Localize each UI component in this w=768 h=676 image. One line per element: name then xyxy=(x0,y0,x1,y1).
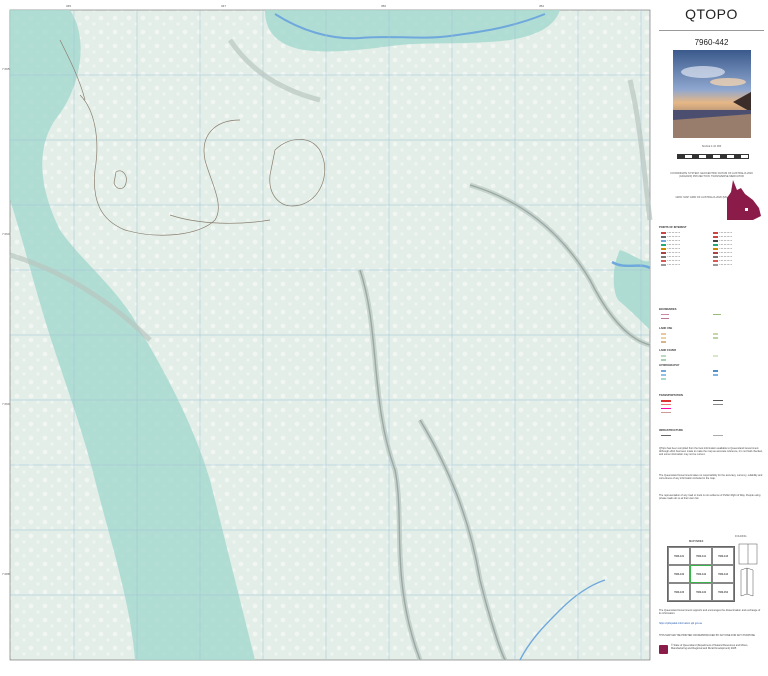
index-cell-current[interactable]: 7960-442 xyxy=(690,565,712,583)
folding-diagram xyxy=(737,542,759,602)
map-number: 7960-442 xyxy=(694,38,729,47)
brand-title: QTOPO xyxy=(685,6,738,22)
grid-label-left: 7 088 xyxy=(2,572,10,576)
grid-label-top: 350 xyxy=(381,4,386,8)
index-title: MAP INDEX xyxy=(689,540,704,543)
index-cell[interactable]: 7960-441 xyxy=(690,547,712,565)
disclaimer-paragraph: QTopo has been compiled from the best in… xyxy=(659,447,763,457)
website-link[interactable]: https://qldspatial.information.qld.gov.a… xyxy=(659,622,763,625)
cover-photo xyxy=(673,50,751,138)
printing-statement: THIS MAP MAY BE PRINTED OR REPRODUCED BY… xyxy=(659,634,755,637)
index-cell[interactable]: 7960-434 xyxy=(690,583,712,601)
grid-label-top: 352 xyxy=(539,4,544,8)
legend-land-use-heading: LAND USE xyxy=(659,327,673,330)
disclaimer-paragraph: The representation of any road or track … xyxy=(659,494,761,501)
grid-label-left: 7 090 xyxy=(2,402,10,406)
index-cell[interactable]: 7960-443 xyxy=(712,547,734,565)
legend-infrastructure-heading: INFRASTRUCTURE xyxy=(659,429,683,432)
grid-label-top: 347 xyxy=(221,4,226,8)
map-canvas: 345 347 350 352 7 095 7 093 7 090 7 088 xyxy=(0,0,655,671)
legend-transportation-heading: TRANSPORTATION xyxy=(659,394,683,397)
grid-label-left: 7 093 xyxy=(2,232,10,236)
scale-label: SCALE 1:10 000 xyxy=(701,145,722,148)
legend-land-cover-heading: LAND COVER xyxy=(659,349,677,352)
map-info-panel: QTOPO 7960-442 SCALE 1:10 000 COORDINATE… xyxy=(655,0,768,671)
grid-label-left: 7 095 xyxy=(2,67,10,71)
legend-boundaries-heading: BOUNDARIES xyxy=(659,308,677,311)
legend-title: POINTS OF INTEREST xyxy=(659,226,687,229)
map-index-grid: 7960-431 7960-441 7960-443 7960-432 7960… xyxy=(667,546,735,602)
topographic-map[interactable]: 345 347 350 352 7 095 7 093 7 090 7 088 xyxy=(0,0,655,671)
disclaimer-paragraph: The Queensland Government takes no respo… xyxy=(659,474,763,481)
scale-bar xyxy=(677,154,749,159)
copyright-text: © State of Queensland (Department of Nat… xyxy=(671,644,749,651)
support-statement: The Queensland Government supports and e… xyxy=(659,609,761,616)
queensland-locator-map xyxy=(723,178,763,222)
divider xyxy=(659,30,764,31)
qld-government-logo xyxy=(659,645,668,654)
grid-label-top: 345 xyxy=(66,4,71,8)
index-cell[interactable]: 7960-444 xyxy=(712,565,734,583)
index-cell[interactable]: 7960-432 xyxy=(668,565,690,583)
folding-label: FOLDING xyxy=(735,535,747,538)
index-cell[interactable]: 7960-454 xyxy=(712,583,734,601)
legend-hydrography-heading: HYDROGRAPHY xyxy=(659,364,680,367)
index-cell[interactable]: 7960-431 xyxy=(668,547,690,565)
index-cell[interactable]: 7960-433 xyxy=(668,583,690,601)
